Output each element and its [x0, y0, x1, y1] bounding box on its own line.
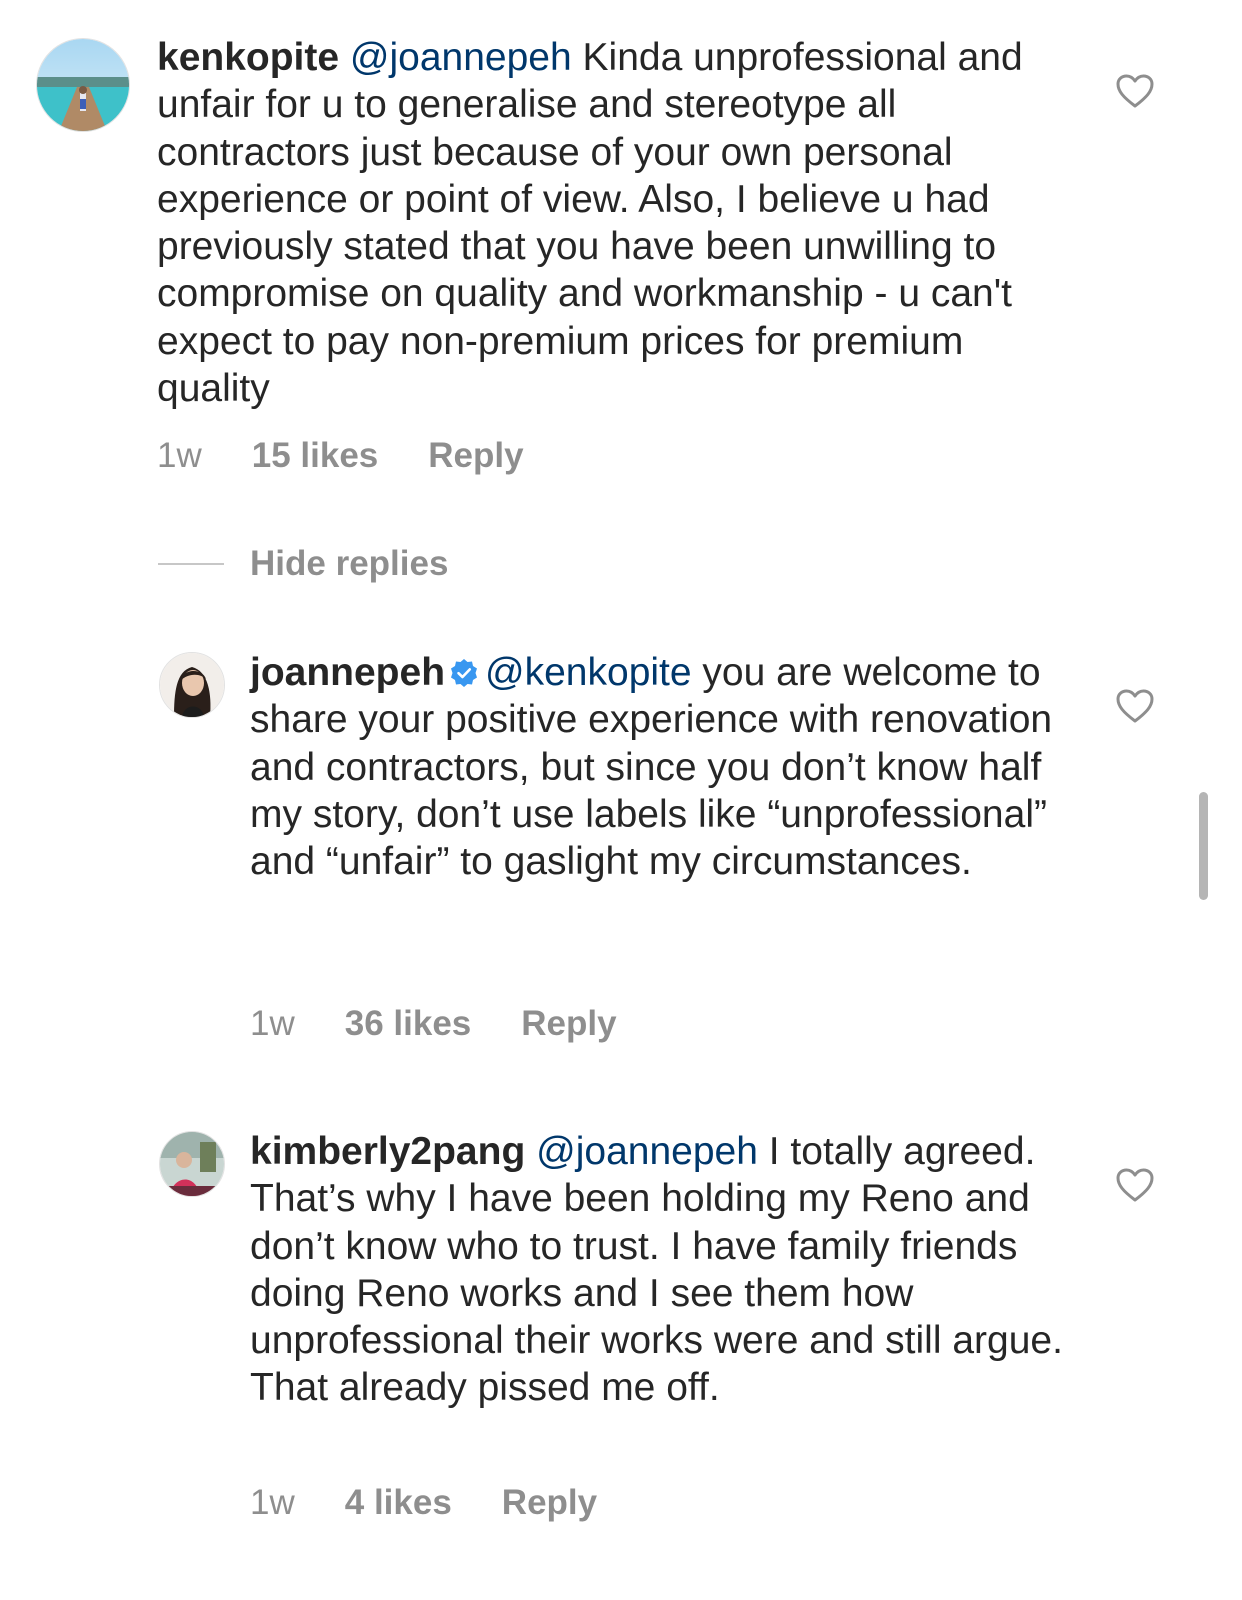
timestamp: 1w [250, 1483, 295, 1522]
avatar-image [37, 39, 129, 131]
hide-replies-divider [158, 563, 224, 565]
mention-link[interactable]: @joannepeh [536, 1130, 758, 1173]
comment-meta: 1w 4 likes Reply [250, 1483, 597, 1523]
verified-badge-icon [451, 659, 478, 687]
hide-replies-toggle[interactable]: Hide replies [158, 544, 448, 584]
comment-text: kimberly2pang @joannepeh I totally agree… [250, 1128, 1080, 1412]
avatar-image [160, 653, 224, 717]
likes-count[interactable]: 4 likes [345, 1483, 452, 1523]
comment-text: joannepeh @kenkopite you are welcome to … [250, 649, 1080, 885]
likes-count[interactable]: 15 likes [252, 436, 379, 476]
timestamp: 1w [157, 436, 202, 475]
likes-count[interactable]: 36 likes [345, 1004, 472, 1044]
heart-outline-icon[interactable] [1115, 73, 1155, 109]
comment-meta: 1w 36 likes Reply [250, 1004, 617, 1044]
avatar-joannepeh[interactable] [159, 652, 225, 718]
hide-replies-label[interactable]: Hide replies [250, 544, 448, 584]
reply-button[interactable]: Reply [521, 1004, 616, 1044]
reply-button[interactable]: Reply [502, 1483, 597, 1523]
comment-meta: 1w 15 likes Reply [157, 436, 524, 476]
scrollbar[interactable] [1199, 792, 1208, 900]
heart-outline-icon[interactable] [1115, 1167, 1155, 1203]
username[interactable]: kimberly2pang [250, 1130, 525, 1173]
mention-link[interactable]: @kenkopite [485, 651, 692, 694]
heart-outline-icon[interactable] [1115, 688, 1155, 724]
avatar-kimberly2pang[interactable] [159, 1131, 225, 1197]
mention-link[interactable]: @joannepeh [350, 36, 572, 79]
comment-body: Kinda unprofessional and unfair for u to… [157, 36, 1023, 411]
avatar-kenkopite[interactable] [36, 38, 130, 132]
avatar-image [160, 1132, 224, 1196]
username[interactable]: joannepeh [250, 651, 445, 694]
reply-button[interactable]: Reply [428, 436, 523, 476]
comment-text: kenkopite @joannepeh Kinda unprofessiona… [157, 34, 1077, 412]
username[interactable]: kenkopite [157, 36, 339, 79]
timestamp: 1w [250, 1004, 295, 1043]
